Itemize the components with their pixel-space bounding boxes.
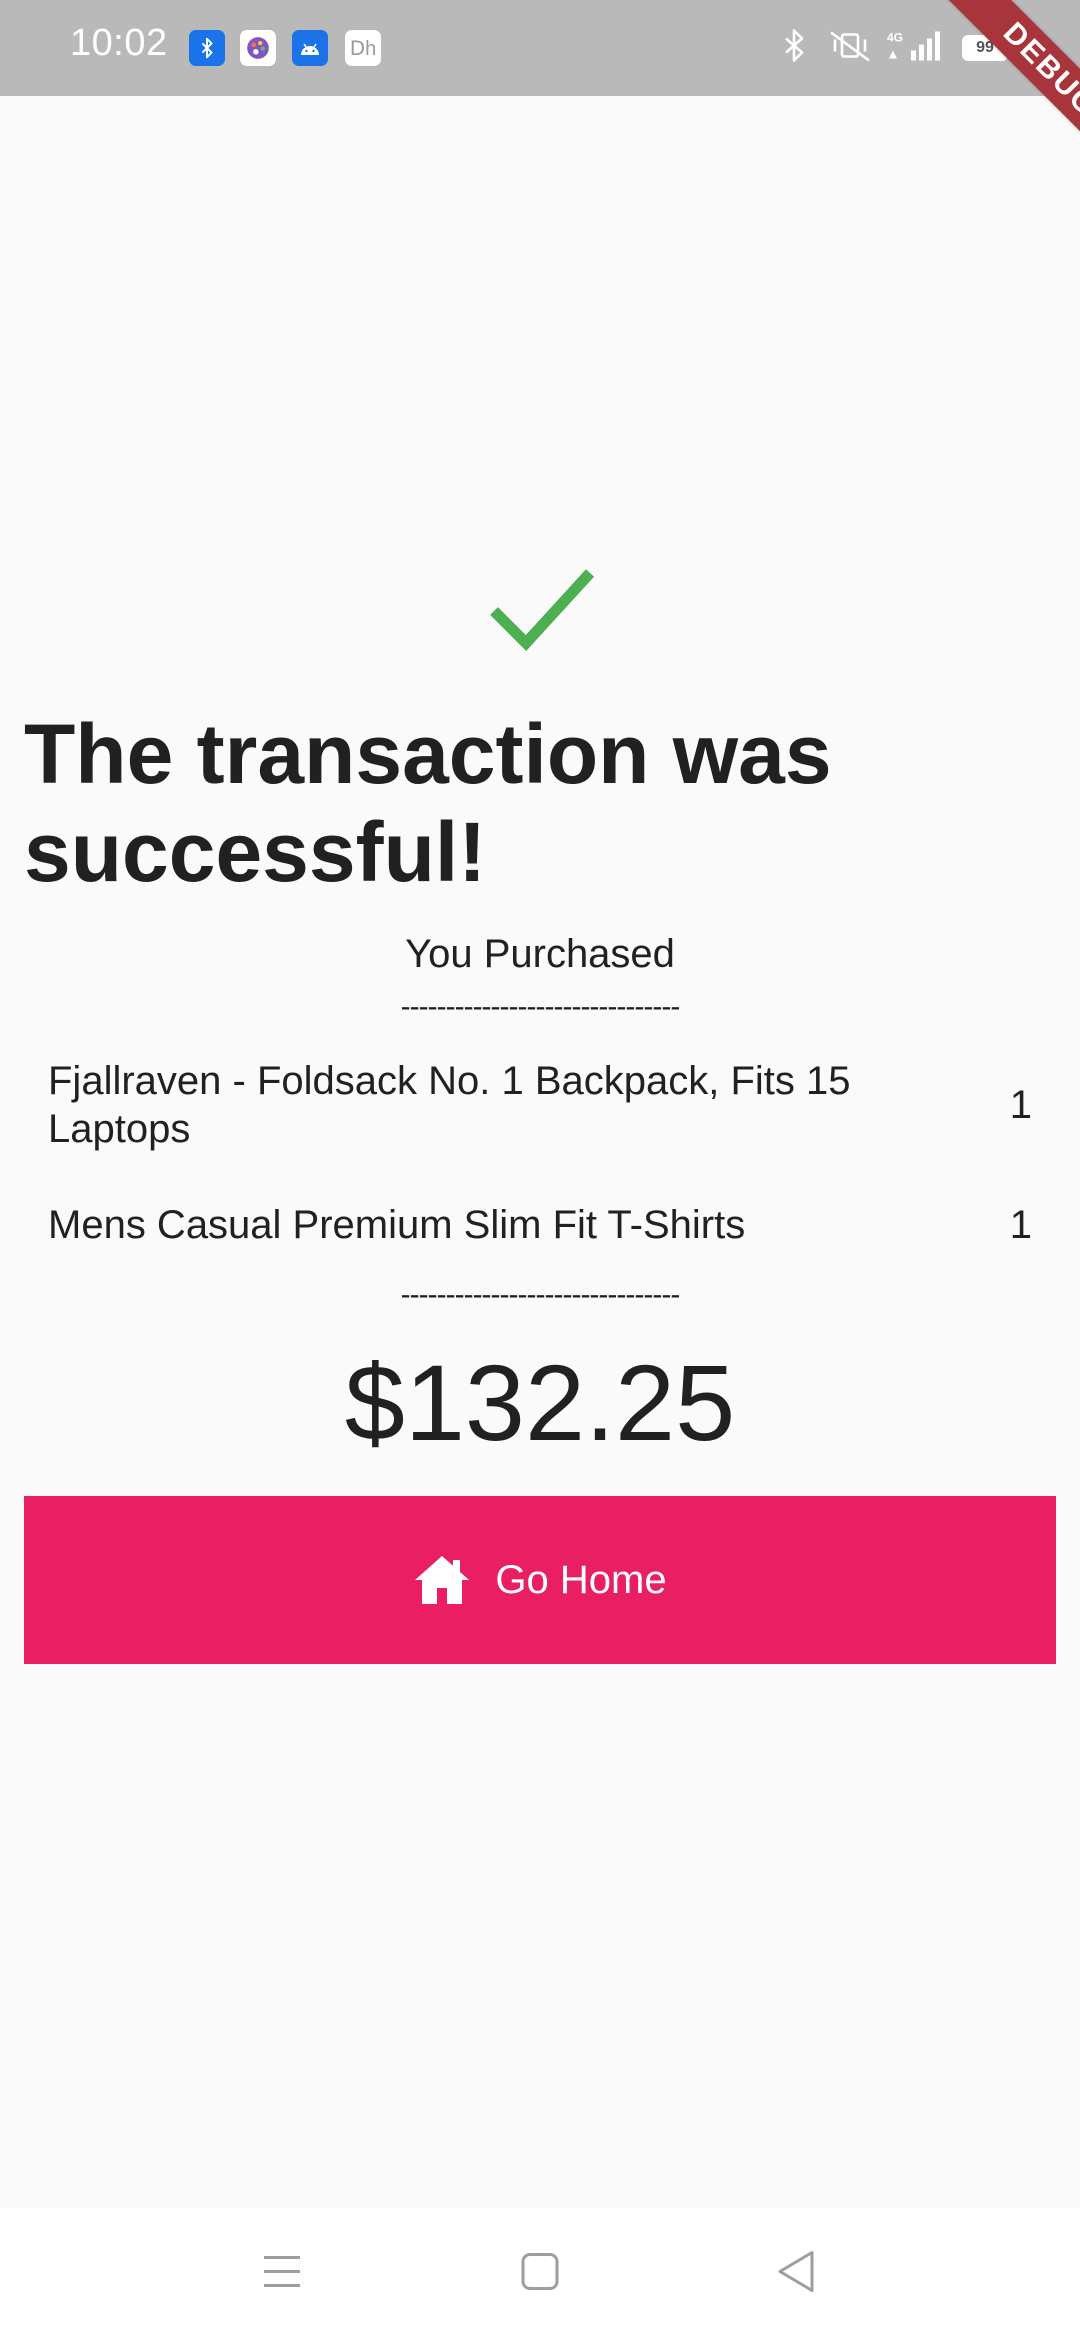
bluetooth-app-icon <box>189 30 225 66</box>
purchased-label: You Purchased <box>405 932 675 976</box>
home-icon <box>415 1556 470 1604</box>
item-quantity: 1 <box>1009 1202 1032 1247</box>
android-app-icon <box>292 30 328 66</box>
vibrate-mute-icon <box>827 29 873 68</box>
go-home-button[interactable]: Go Home <box>24 1496 1056 1664</box>
bluetooth-icon <box>782 29 806 68</box>
menu-icon[interactable] <box>262 2254 302 2295</box>
signal-icon: 4G <box>887 29 947 68</box>
page-title: The transaction was successful! <box>24 707 832 899</box>
status-time: 10:02 <box>70 22 168 64</box>
status-bar: 10:02 ᗞh 4G 99 <box>0 0 1080 96</box>
navigation-bar <box>0 2208 1080 2340</box>
item-quantity: 1 <box>1009 1082 1032 1127</box>
check-icon <box>490 569 595 651</box>
list-item: Mens Casual Premium Slim Fit T-Shirts 1 <box>48 1195 1032 1255</box>
home-square-icon[interactable] <box>520 2252 560 2297</box>
back-triangle-icon[interactable] <box>776 2250 816 2299</box>
total-amount: $132.25 <box>344 1342 736 1463</box>
list-item: Fjallraven - Foldsack No. 1 Backpack, Fi… <box>48 1055 1032 1155</box>
go-home-label: Go Home <box>495 1557 667 1602</box>
palette-app-icon <box>240 30 276 66</box>
divider-top: ------------------------------- <box>400 990 681 1023</box>
text-app-icon: ᗞh <box>345 30 381 66</box>
divider-bottom: ------------------------------- <box>400 1278 681 1311</box>
screen: 10:02 ᗞh 4G 99 DEBUG The transaction was… <box>0 0 1080 2340</box>
item-name: Fjallraven - Foldsack No. 1 Backpack, Fi… <box>48 1059 851 1151</box>
svg-text:4G: 4G <box>887 31 903 45</box>
item-name: Mens Casual Premium Slim Fit T-Shirts <box>48 1203 746 1247</box>
